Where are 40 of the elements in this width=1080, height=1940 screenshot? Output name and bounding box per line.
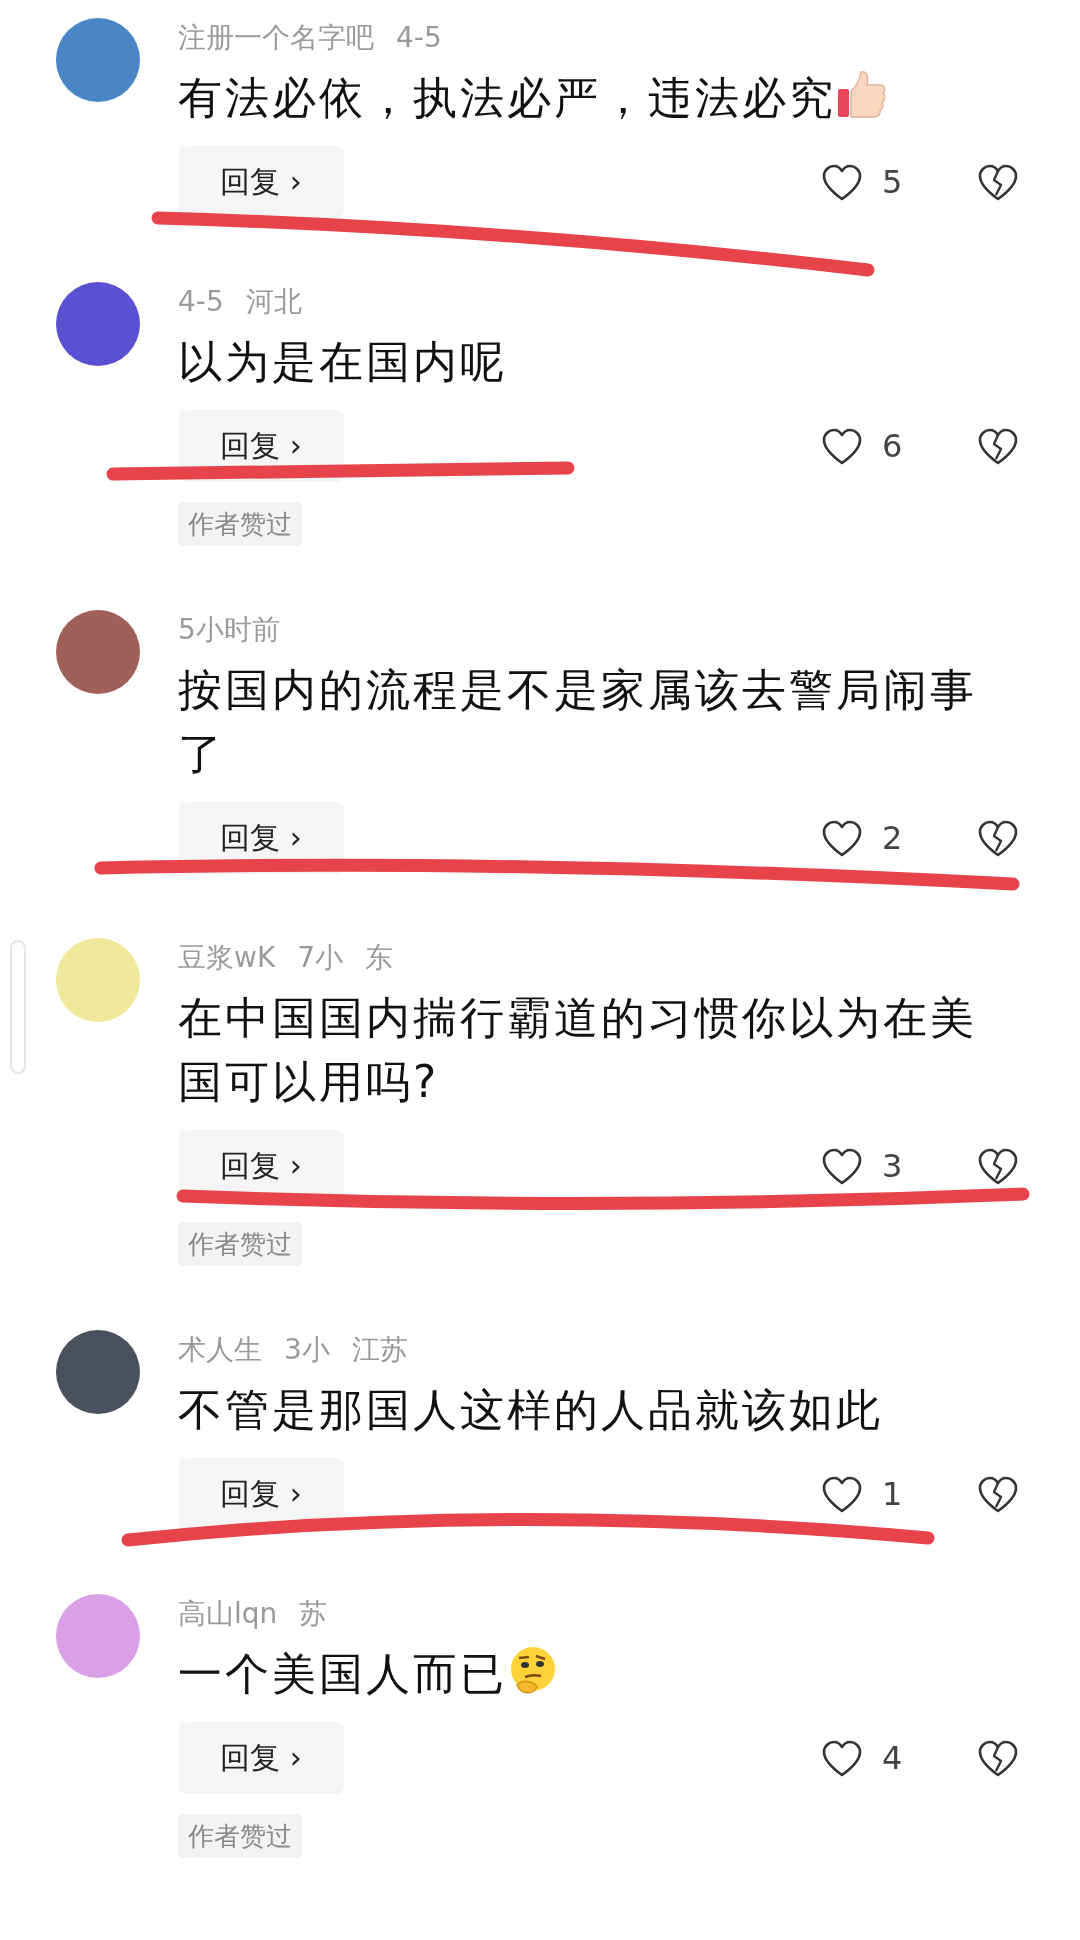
reply-button[interactable]: 回复 › [178, 1458, 344, 1530]
broken-heart-icon[interactable] [978, 819, 1018, 857]
comment-text: 有法必依，执法必严，违法必究 [178, 72, 836, 123]
like-icon[interactable] [822, 163, 862, 201]
like-icon[interactable] [822, 427, 862, 465]
like-icon[interactable] [822, 1147, 862, 1185]
author-liked-tag: 作者赞过 [178, 1222, 302, 1266]
like-icon[interactable] [822, 1739, 862, 1777]
like-count: 2 [882, 819, 904, 857]
comment-time: 4-5 [396, 20, 442, 56]
like-icon[interactable] [822, 1475, 862, 1513]
thumbs-up-emoji [836, 69, 888, 121]
broken-heart-icon[interactable] [978, 1147, 1018, 1185]
like-count: 3 [882, 1147, 904, 1185]
comment-time: 7小 [297, 940, 344, 976]
comment-text: 按国内的流程是不是家属该去警局闹事了 [178, 664, 977, 779]
comment-time: 3小 [284, 1332, 330, 1368]
like-count: 6 [882, 427, 904, 465]
comment-location: 东 [365, 940, 394, 976]
comment-text: 在中国国内揣行霸道的习惯你以为在美国可以用吗? [178, 992, 977, 1107]
comment-text: 以为是在国内呢 [178, 336, 507, 387]
comment-text: 不管是那国人这样的人品就该如此 [178, 1384, 883, 1435]
reply-button[interactable]: 回复 › [178, 1722, 344, 1794]
like-count: 1 [882, 1475, 904, 1513]
like-count: 5 [882, 163, 904, 201]
author-liked-tag: 作者赞过 [178, 502, 302, 546]
reply-button[interactable]: 回复 › [178, 146, 344, 218]
author-liked-tag: 作者赞过 [178, 1814, 302, 1858]
like-icon[interactable] [822, 819, 862, 857]
comment-time: 4-5 [178, 284, 224, 320]
broken-heart-icon[interactable] [978, 427, 1018, 465]
comment-location: 河北 [245, 284, 302, 320]
comment-time: 5小时前 [178, 612, 280, 648]
comment-text: 一个美国人而已 [178, 1648, 507, 1699]
broken-heart-icon[interactable] [978, 1475, 1018, 1513]
like-count: 4 [882, 1739, 904, 1777]
broken-heart-icon[interactable] [978, 163, 1018, 201]
comment-location: 江苏 [351, 1332, 408, 1368]
broken-heart-icon[interactable] [978, 1739, 1018, 1777]
comment-location: 苏 [299, 1596, 328, 1632]
